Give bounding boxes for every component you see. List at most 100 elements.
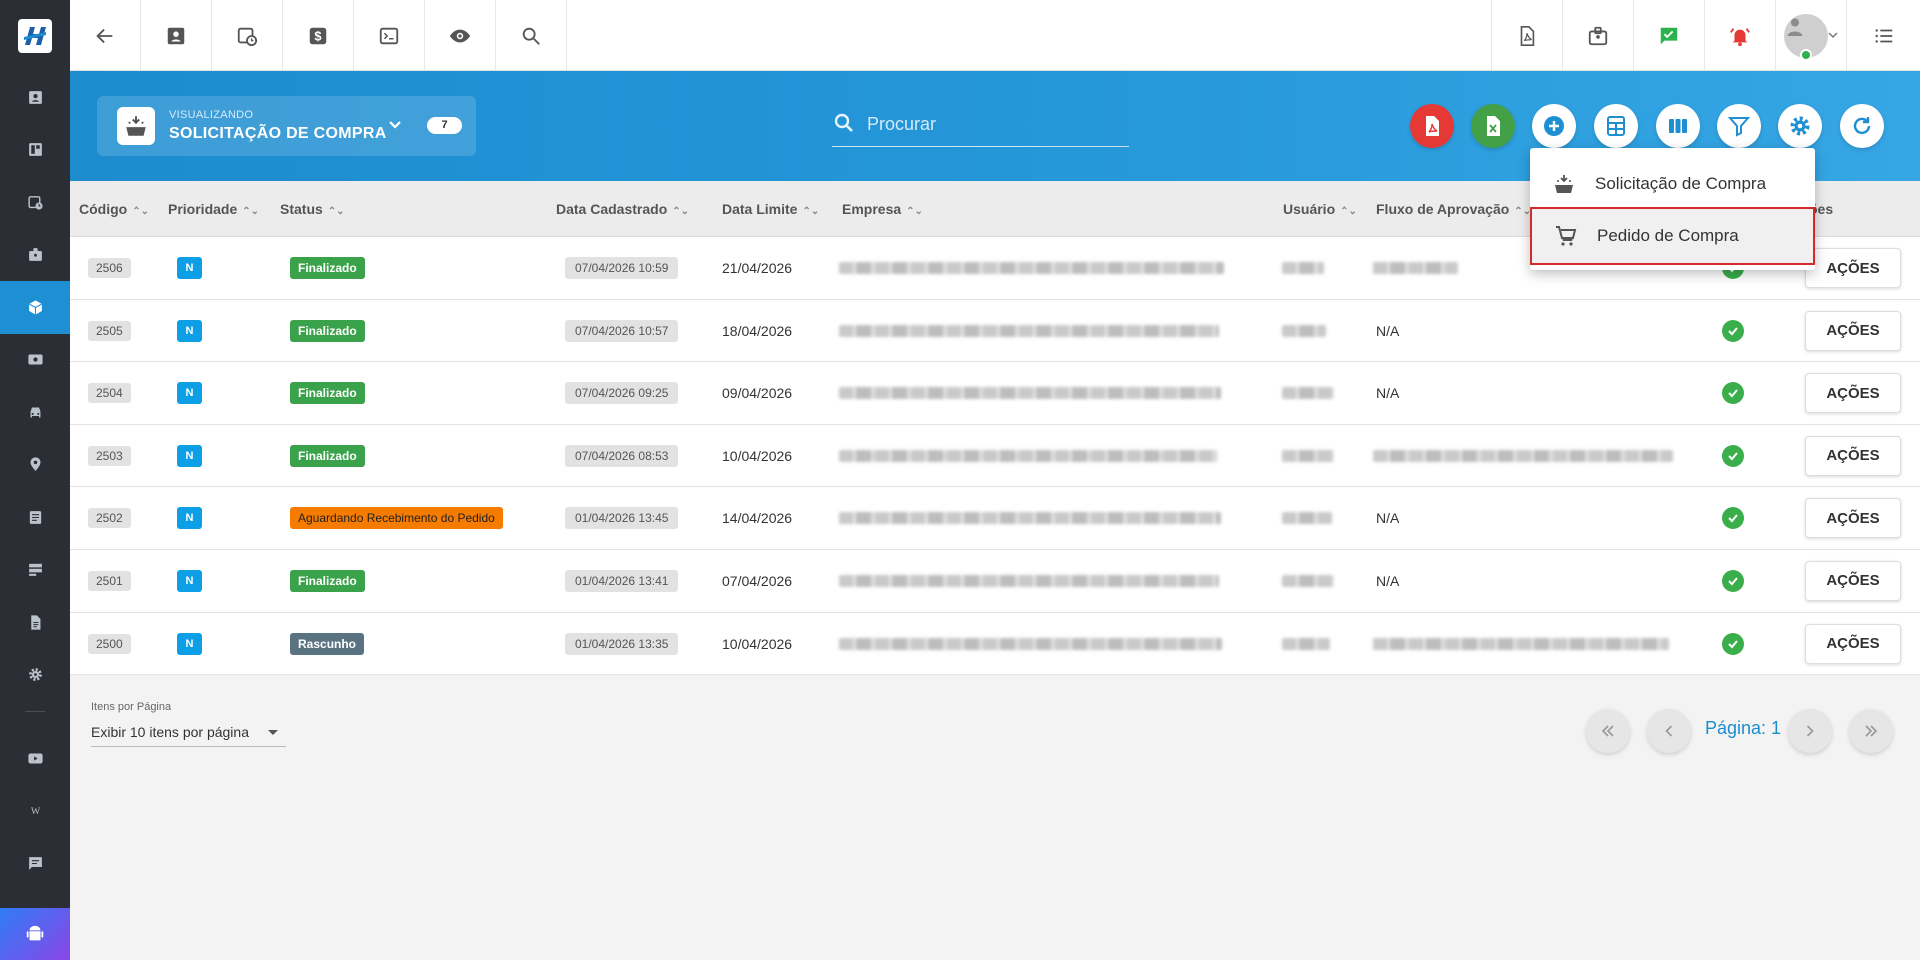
export-pdf-button[interactable] <box>1410 104 1454 148</box>
actions-button[interactable]: AÇÕES <box>1805 623 1901 664</box>
sidebar-item-dashboard[interactable] <box>0 124 70 177</box>
refresh-button[interactable] <box>1840 104 1884 148</box>
settings-button[interactable] <box>1778 104 1822 148</box>
sidebar-item-settings[interactable] <box>0 649 70 702</box>
android-app-button[interactable] <box>0 908 70 960</box>
sidebar-item-list[interactable] <box>0 491 70 544</box>
table-row[interactable]: 2501 N Finalizado 01/04/2026 13:41 07/04/202… <box>70 549 1920 613</box>
chevron-down-icon[interactable] <box>387 116 403 132</box>
table-row[interactable]: 2503 N Finalizado 07/04/2026 08:53 10/04/202… <box>70 424 1920 488</box>
sidebar-item-chat[interactable] <box>0 837 70 890</box>
wiki-icon: W <box>30 806 40 817</box>
code-cell: 2505 <box>88 300 131 362</box>
sidebar-item-contacts[interactable] <box>0 71 70 124</box>
app-logo[interactable] <box>0 0 70 71</box>
column-header-codigo[interactable]: Código ⌃⌄ <box>79 181 149 237</box>
user-menu[interactable] <box>1775 0 1846 71</box>
deadline-value: 07/04/2026 <box>722 572 793 589</box>
menu-item-pedido-compra[interactable]: Pedido de Compra <box>1530 207 1815 265</box>
actions-button[interactable]: AÇÕES <box>1805 560 1901 601</box>
sidebar-item-finance[interactable] <box>0 334 70 387</box>
back-button[interactable] <box>70 0 141 71</box>
actions-button[interactable]: AÇÕES <box>1805 310 1901 351</box>
tasks-button[interactable] <box>1633 0 1704 71</box>
approval-flow-value: N/A <box>1376 510 1400 527</box>
sidebar-item-vehicles[interactable] <box>0 386 70 439</box>
first-page-button[interactable] <box>1586 709 1630 753</box>
calendar-clock-icon <box>237 27 258 46</box>
table-layout-button[interactable] <box>1594 104 1638 148</box>
sidebar-item-badge[interactable] <box>0 229 70 282</box>
column-header-usuario[interactable]: Usuário ⌃⌄ <box>1283 181 1357 237</box>
sort-icon: ⌃⌄ <box>327 206 345 217</box>
actions-cell: AÇÕES <box>1805 613 1901 675</box>
table-row[interactable]: 2500 N Rascunho 01/04/2026 13:35 10/04/2026 A… <box>70 612 1920 676</box>
created-date-badge: 07/04/2026 10:57 <box>565 319 679 342</box>
column-header-prioridade[interactable]: Prioridade ⌃⌄ <box>168 181 259 237</box>
dropdown-arrow-icon <box>268 730 278 735</box>
search-button[interactable] <box>496 0 567 71</box>
last-page-button[interactable] <box>1849 709 1893 753</box>
table-row[interactable]: 2504 N Finalizado 07/04/2026 09:25 09/04/202… <box>70 362 1920 425</box>
sidebar-item-storage[interactable] <box>0 544 70 597</box>
view-button[interactable] <box>425 0 496 71</box>
actions-button[interactable]: AÇÕES <box>1805 373 1901 414</box>
code-badge: 2505 <box>88 320 131 341</box>
dollar-icon: $ <box>309 27 327 44</box>
alerts-button[interactable] <box>1704 0 1775 71</box>
search-input[interactable] <box>867 109 1122 139</box>
sidebar-item-wiki[interactable]: W <box>0 785 70 838</box>
column-header-empresa[interactable]: Empresa ⌃⌄ <box>842 181 923 237</box>
table-row[interactable]: 2502 N Aguardando Recebimento do Pedido 01/… <box>70 487 1920 550</box>
contacts-button[interactable] <box>141 0 212 71</box>
finance-button[interactable]: $ <box>283 0 354 71</box>
pdf-file-icon <box>1426 116 1439 136</box>
deadline-cell: 14/04/2026 <box>722 487 792 549</box>
terminal-button[interactable] <box>354 0 425 71</box>
redacted-user <box>1282 262 1324 274</box>
export-excel-button[interactable] <box>1471 104 1515 148</box>
table-row[interactable]: 2505 N Finalizado 07/04/2026 10:57 18/04/202… <box>70 299 1920 363</box>
company-cell <box>839 362 1221 424</box>
column-header-data-cadastrado[interactable]: Data Cadastrado ⌃⌄ <box>556 181 689 237</box>
actions-button[interactable]: AÇÕES <box>1805 248 1901 288</box>
filter-button[interactable] <box>1717 104 1761 148</box>
sidebar-item-documents[interactable] <box>0 596 70 649</box>
column-header-status[interactable]: Status ⌃⌄ <box>280 181 345 237</box>
menu-item-solicitacao-compra[interactable]: Solicitação de Compra <box>1530 156 1815 211</box>
schedule-button[interactable] <box>212 0 283 71</box>
approval-flow-cell: N/A <box>1376 487 1399 549</box>
badge-button[interactable] <box>1562 0 1633 71</box>
menu-button[interactable] <box>1846 0 1920 71</box>
actions-button[interactable]: AÇÕES <box>1805 498 1901 539</box>
pdf-report-button[interactable] <box>1491 0 1562 71</box>
viewing-label: VISUALIZANDO <box>169 109 254 121</box>
actions-cell: AÇÕES <box>1805 300 1901 362</box>
add-button[interactable] <box>1532 104 1576 148</box>
eye-icon <box>449 29 471 42</box>
redacted-company <box>839 574 1219 587</box>
column-header-data-limite[interactable]: Data Limite ⌃⌄ <box>722 181 819 237</box>
redacted-company <box>839 262 1224 274</box>
sidebar-item-purchasing[interactable] <box>0 281 70 334</box>
actions-button[interactable]: AÇÕES <box>1805 435 1901 476</box>
sidebar-item-video[interactable] <box>0 732 70 785</box>
deadline-value: 18/04/2026 <box>722 322 793 339</box>
chevron-down-icon <box>1828 32 1838 39</box>
sidebar-item-location[interactable] <box>0 439 70 492</box>
actions-cell: AÇÕES <box>1805 550 1901 612</box>
module-selector[interactable]: VISUALIZANDO SOLICITAÇÃO DE COMPRA 7 <box>97 96 476 156</box>
sidebar-item-schedule[interactable] <box>0 176 70 229</box>
next-page-button[interactable] <box>1788 709 1832 753</box>
items-per-page-value: Exibir 10 itens por página <box>91 724 249 740</box>
created-date-badge: 01/04/2026 13:41 <box>565 569 679 592</box>
redacted-approval-flow <box>1373 262 1458 274</box>
columns-button[interactable] <box>1656 104 1700 148</box>
previous-page-button[interactable] <box>1647 709 1691 753</box>
column-header-fluxo-aprovacao[interactable]: Fluxo de Aprovação ⌃⌄ <box>1376 181 1531 237</box>
code-cell: 2502 <box>88 487 131 549</box>
chevron-left-icon <box>1665 725 1673 737</box>
terminal-icon <box>379 27 399 44</box>
items-per-page-select[interactable]: Exibir 10 itens por página <box>91 718 286 747</box>
sort-icon: ⌃⌄ <box>672 206 690 217</box>
